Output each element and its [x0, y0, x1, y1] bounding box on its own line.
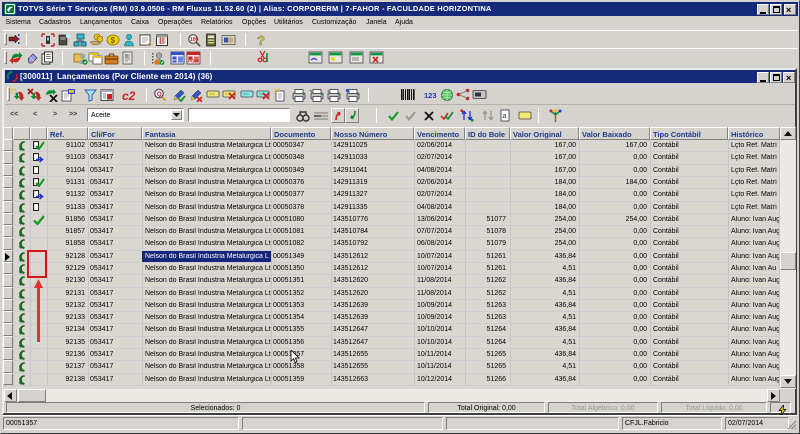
svg-text:123: 123 — [424, 91, 437, 100]
svg-text:POM: POM — [188, 59, 199, 64]
svg-text:100: 100 — [190, 37, 199, 43]
svg-text:a: a — [503, 113, 507, 120]
svg-text:?: ? — [257, 33, 265, 47]
svg-text:$: $ — [111, 36, 116, 45]
svg-text:c2: c2 — [122, 89, 136, 102]
svg-text:Q: Q — [157, 92, 162, 98]
